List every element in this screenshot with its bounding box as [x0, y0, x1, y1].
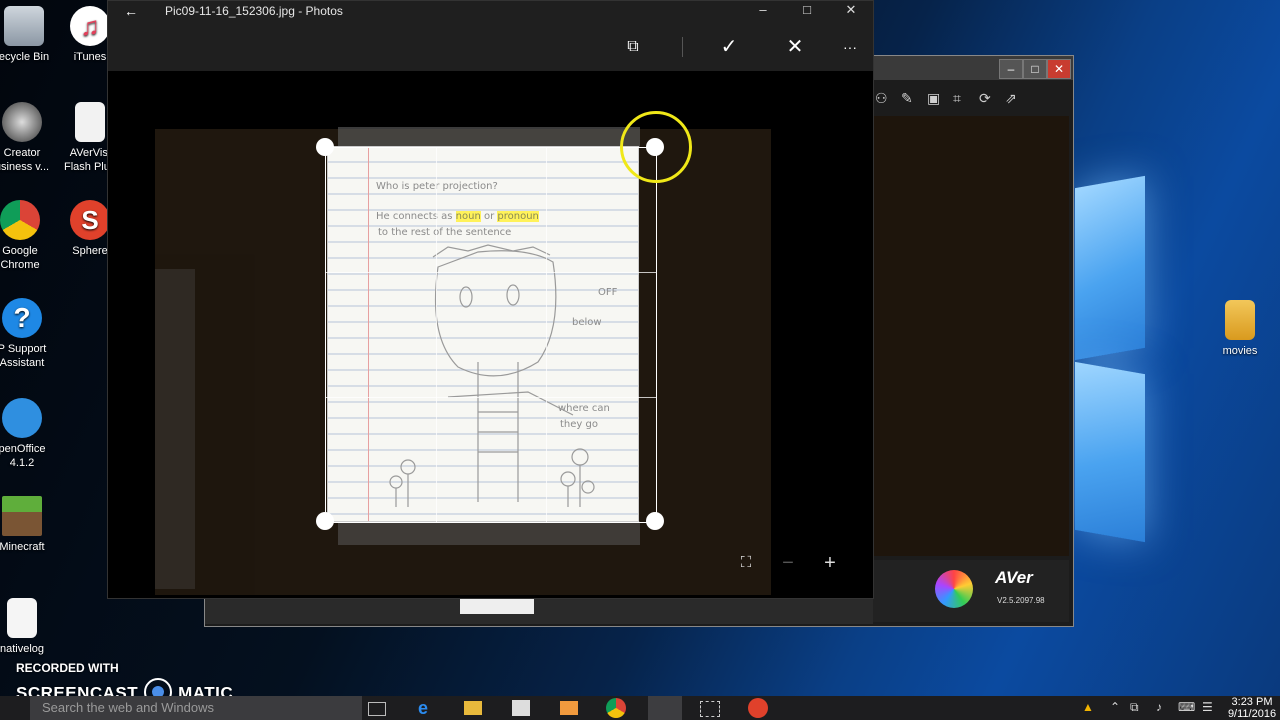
aver-version: V2.5.2097.98 [997, 596, 1045, 605]
clock-date: 9/11/2016 [1227, 708, 1277, 720]
aspect-ratio-icon[interactable]: ⧉ [620, 35, 646, 59]
recycle-bin-icon [4, 6, 44, 46]
crop-rectangle[interactable] [325, 147, 657, 523]
crop-dim-region [338, 521, 640, 545]
crop-grid-line [326, 272, 656, 273]
aver-close-button[interactable]: ✕ [1047, 59, 1071, 79]
photo-laptop-edge [155, 269, 195, 589]
crop-grid-line [436, 148, 437, 522]
draw-icon[interactable]: ✎ [901, 90, 921, 108]
color-wheel-icon[interactable] [935, 570, 973, 608]
folder-icon [1225, 300, 1255, 340]
file-explorer-icon[interactable] [464, 701, 482, 715]
rotate-icon[interactable]: ⟳ [979, 90, 999, 108]
desktop-icon-label: Minecraft [0, 541, 45, 553]
search-placeholder: Search the web and Windows [42, 700, 214, 715]
desktop-icon-minecraft[interactable]: Minecraft [0, 496, 64, 554]
media-player-icon[interactable] [560, 701, 578, 715]
desktop-icon-support-assistant[interactable]: ? P Support Assistant [0, 298, 64, 370]
chrome-icon [0, 200, 40, 240]
command-divider [682, 37, 683, 57]
accept-icon[interactable]: ✓ [716, 35, 742, 59]
window-title: Pic09-11-16_152306.jpg - Photos [165, 4, 343, 18]
export-icon[interactable]: ⇗ [1005, 90, 1025, 108]
desktop-icon-openoffice[interactable]: penOffice 4.1.2 [0, 398, 64, 470]
crop-handle-bottom-left[interactable] [316, 512, 334, 530]
cancel-icon[interactable]: ✕ [782, 35, 808, 59]
aver-logo: AVer [995, 568, 1033, 587]
taskbar: Search the web and Windows e ▲ ⌃ ⧉ ♪ ⌨ ☰… [0, 696, 1280, 720]
photos-window: ← Pic09-11-16_152306.jpg - Photos – □ ✕ … [107, 0, 874, 599]
sphere-taskbar-icon[interactable] [748, 698, 768, 718]
desktop-icon-movies[interactable]: movies [1198, 300, 1280, 358]
desktop: ecycle Bin ♫ iTunes Creator usiness v...… [0, 0, 1280, 696]
sphere-icon: S [70, 200, 110, 240]
keyboard-icon[interactable]: ⌨ [1178, 700, 1195, 714]
windows-logo-pane [1075, 361, 1145, 543]
record-icon [144, 678, 173, 696]
photos-command-bar: ⧉ ✓ ✕ ··· [108, 23, 873, 71]
snipping-tool-icon[interactable] [700, 701, 720, 717]
aver-thumbnail-strip [205, 596, 873, 624]
clock-time: 3:23 PM [1231, 696, 1273, 708]
crop-icon[interactable]: ⌗ [953, 90, 973, 108]
people-icon[interactable]: ⚇ [875, 90, 895, 108]
crop-handle-bottom-right[interactable] [646, 512, 664, 530]
zoom-out-button[interactable]: − [776, 551, 800, 575]
crop-canvas[interactable]: Who is peter projection? He connects as … [108, 71, 873, 598]
action-center-icon[interactable]: ☰ [1202, 700, 1213, 714]
creator-icon [2, 102, 42, 142]
more-options-icon[interactable]: ··· [837, 35, 863, 59]
photos-taskbar-icon[interactable] [648, 696, 682, 720]
desktop-icon-label: nativelog [0, 643, 45, 655]
windows-logo-pane [1075, 175, 1145, 361]
cursor-highlight-ring [620, 111, 692, 183]
volume-icon[interactable]: ♪ [1156, 700, 1162, 714]
task-view-icon[interactable] [368, 702, 386, 716]
edge-icon[interactable]: e [418, 698, 448, 718]
watermark-recorded-with: RECORDED WITH [16, 661, 119, 675]
back-arrow-icon[interactable]: ← [124, 3, 138, 19]
chrome-taskbar-icon[interactable] [606, 698, 626, 718]
watermark-text-right: MATIC [178, 683, 234, 696]
taskbar-clock[interactable]: 3:23 PM 9/11/2016 [1222, 696, 1280, 720]
crop-grid-line [546, 148, 547, 522]
desktop-icon-nativelog[interactable]: nativelog [0, 598, 64, 656]
watermark-text-left: SCREENCAST [16, 683, 139, 696]
fit-screen-icon[interactable]: ⛶ [734, 551, 758, 575]
network-warning-icon[interactable]: ▲ [1082, 700, 1094, 714]
aver-toolbar: ⚇ ✎ ▣ ⌗ ⟳ ⇗ [875, 90, 1065, 112]
maximize-button[interactable]: □ [792, 2, 822, 17]
crop-dim-region [338, 127, 640, 147]
minecraft-icon [2, 496, 42, 536]
desktop-icon-label: movies [1222, 345, 1258, 357]
crop-handle-top-left[interactable] [316, 138, 334, 156]
close-button[interactable]: ✕ [836, 2, 866, 18]
crop-grid-line [326, 397, 656, 398]
watermark-logo: SCREENCAST MATIC [16, 678, 234, 696]
document-icon [75, 102, 105, 142]
aver-maximize-button[interactable]: □ [1023, 59, 1047, 79]
desktop-icon-label: P Support Assistant [0, 343, 47, 369]
itunes-icon: ♫ [70, 6, 110, 46]
openoffice-icon [2, 398, 42, 438]
store-icon[interactable] [512, 700, 530, 716]
taskbar-search-box[interactable]: Search the web and Windows [30, 696, 362, 720]
start-button[interactable] [0, 696, 30, 720]
aver-camera-view [873, 116, 1069, 556]
show-hidden-icons[interactable]: ⌃ [1110, 700, 1120, 714]
help-icon: ? [2, 298, 42, 338]
network-icon[interactable]: ⧉ [1130, 700, 1139, 715]
zoom-in-button[interactable]: + [818, 551, 842, 575]
aver-minimize-button[interactable]: – [999, 59, 1023, 79]
minimize-button[interactable]: – [748, 2, 778, 17]
text-file-icon [7, 598, 37, 638]
window-icon[interactable]: ▣ [927, 90, 947, 108]
photos-titlebar[interactable]: ← Pic09-11-16_152306.jpg - Photos – □ ✕ [108, 1, 873, 23]
desktop-icon-label: penOffice 4.1.2 [0, 443, 46, 469]
